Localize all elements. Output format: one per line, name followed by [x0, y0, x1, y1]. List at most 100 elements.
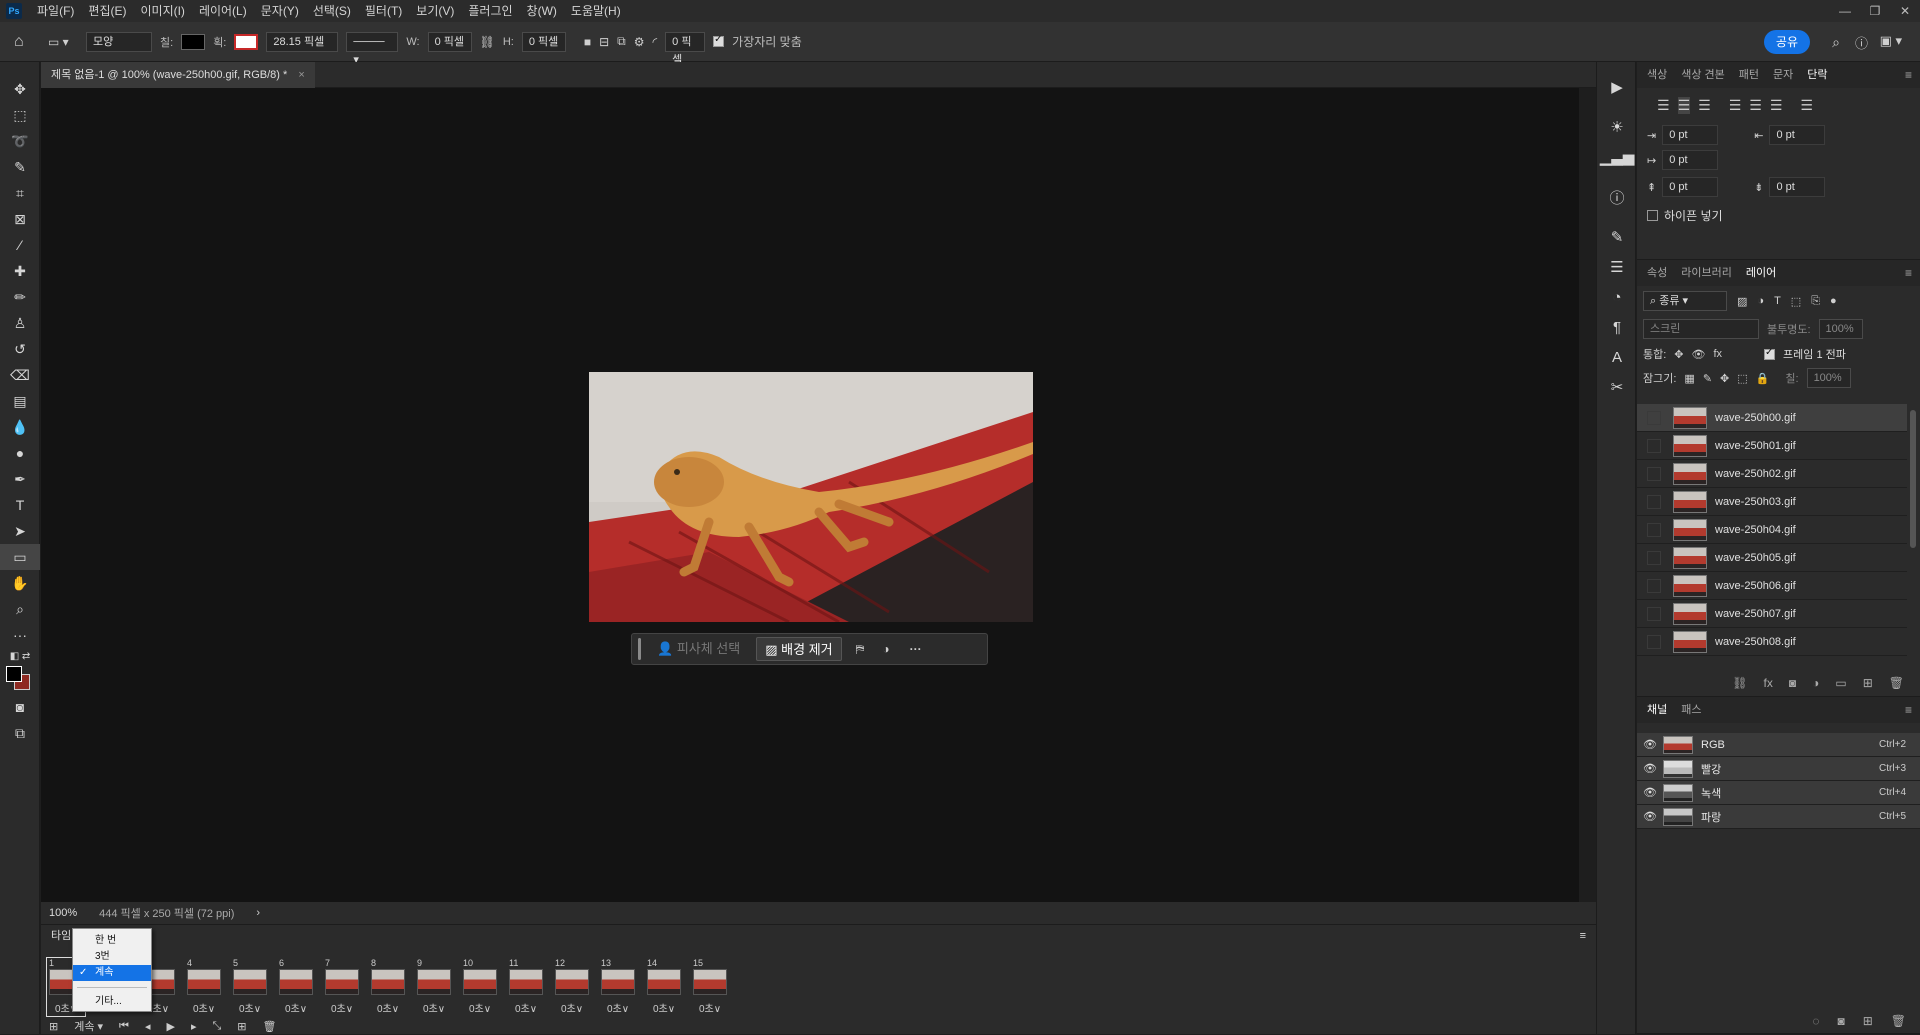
unify-position-icon[interactable]: ✥ — [1674, 348, 1683, 361]
layer-row[interactable]: wave-250h06.gif — [1637, 572, 1907, 600]
new-channel-icon[interactable]: ⊞ — [1863, 1014, 1873, 1028]
zoom-tool-icon[interactable]: ⌕ — [0, 596, 40, 622]
frame-delay-dropdown[interactable]: 0초∨ — [691, 1000, 729, 1015]
layer-visibility-toggle[interactable] — [1647, 634, 1661, 649]
rectangle-tool-icon[interactable]: ▭ — [0, 544, 40, 570]
zoom-level[interactable]: 100% — [49, 907, 77, 919]
fill-field[interactable]: 100% — [1806, 368, 1851, 388]
delete-layer-icon[interactable]: 🗑 — [1889, 676, 1904, 690]
home-icon[interactable]: ⌂ — [14, 33, 40, 51]
tab-character[interactable]: 문자 — [1773, 62, 1793, 88]
channel-row[interactable]: 👁 녹색 Ctrl+4 — [1637, 781, 1920, 805]
transform-icon[interactable]: ⛿ — [856, 642, 865, 657]
eraser-tool-icon[interactable]: ⌫ — [0, 362, 40, 388]
frame-delay-dropdown[interactable]: 0초∨ — [277, 1000, 315, 1015]
menu-plugins[interactable]: 플러그인 — [461, 0, 519, 22]
menu-edit[interactable]: 편집(E) — [81, 0, 133, 22]
width-field[interactable]: 0 픽셀 — [427, 31, 472, 52]
timeline-frame[interactable]: 7 0초∨ — [323, 958, 361, 1016]
healing-brush-icon[interactable]: ✚ — [0, 258, 40, 284]
timeline-frame[interactable]: 5 0초∨ — [231, 958, 269, 1016]
loop-3-times-option[interactable]: 3번 — [73, 949, 151, 965]
unify-visibility-icon[interactable]: 👁 — [1692, 348, 1706, 361]
filter-type-icon[interactable]: T — [1774, 295, 1781, 307]
duplicate-frame-icon[interactable]: ⊞ — [237, 1020, 246, 1033]
eye-icon[interactable]: 👁 — [1643, 810, 1659, 823]
indent-first-line-field[interactable]: 0 pt — [1662, 150, 1719, 170]
load-selection-icon[interactable]: ◌ — [1812, 1014, 1819, 1028]
indent-right-field[interactable]: 0 pt — [1769, 125, 1826, 145]
delete-channel-icon[interactable]: 🗑 — [1891, 1014, 1906, 1028]
move-tool-icon[interactable]: ✥ — [0, 76, 40, 102]
default-colors-icon[interactable]: ◧ ⇄ — [0, 648, 40, 664]
timeline-frame[interactable]: 15 0초∨ — [691, 958, 729, 1016]
tab-layers[interactable]: 레이어 — [1746, 260, 1776, 286]
lock-paint-icon[interactable]: ✎ — [1703, 372, 1712, 385]
menu-window[interactable]: 창(W) — [520, 0, 564, 22]
character-icon[interactable]: A — [1597, 342, 1637, 372]
close-window-button[interactable]: ✕ — [1890, 0, 1920, 22]
menu-view[interactable]: 보기(V) — [409, 0, 461, 22]
frame-delay-dropdown[interactable]: 0초∨ — [185, 1000, 223, 1015]
timeline-frame[interactable]: 4 0초∨ — [185, 958, 223, 1016]
space-before-field[interactable]: 0 pt — [1662, 177, 1719, 197]
layer-row[interactable]: wave-250h02.gif — [1637, 460, 1907, 488]
layer-mask-icon[interactable]: ◙ — [1789, 676, 1796, 690]
path-arrangement-icon[interactable]: ⧉ — [617, 34, 626, 49]
loop-forever-option[interactable]: ✓ 계속 — [73, 965, 151, 981]
filter-pixel-icon[interactable]: ▨ — [1737, 295, 1747, 308]
frame-tool-icon[interactable]: ⊠ — [0, 206, 40, 232]
channels-panel-menu-icon[interactable]: ≡ — [1905, 703, 1912, 717]
fill-swatch[interactable] — [181, 33, 206, 50]
frame-delay-dropdown[interactable]: 0초∨ — [461, 1000, 499, 1015]
new-group-icon[interactable]: ▭ — [1835, 676, 1846, 690]
stroke-type-dropdown[interactable]: ──── ▾ — [346, 31, 399, 66]
tab-channels[interactable]: 채널 — [1647, 697, 1667, 723]
corner-radius-field[interactable]: 0 픽셀 — [665, 31, 706, 66]
eye-icon[interactable]: 👁 — [1643, 786, 1659, 799]
loop-dropdown[interactable]: 계속 ▾ — [74, 1018, 103, 1034]
quick-mask-icon[interactable]: ◙ — [0, 694, 40, 720]
timeline-frame[interactable]: 8 0초∨ — [369, 958, 407, 1016]
align-edges-checkbox[interactable] — [713, 34, 725, 47]
tab-libraries[interactable]: 라이브러리 — [1681, 260, 1732, 286]
menu-file[interactable]: 파일(F) — [30, 0, 81, 22]
channel-row[interactable]: 👁 RGB Ctrl+2 — [1637, 733, 1920, 757]
screen-mode-icon[interactable]: ⧉ — [0, 720, 40, 746]
layer-visibility-toggle[interactable] — [1647, 410, 1661, 425]
brush-settings-icon[interactable]: ✎ — [1597, 222, 1637, 252]
align-right-icon[interactable]: ☰ — [1698, 97, 1711, 114]
lock-artboard-icon[interactable]: ⬚ — [1737, 372, 1747, 385]
timeline-frame[interactable]: 11 0초∨ — [507, 958, 545, 1016]
frame-delay-dropdown[interactable]: 0초∨ — [553, 1000, 591, 1015]
path-operations-icon[interactable]: ■ — [584, 35, 591, 49]
filter-adjustment-icon[interactable]: ◑ — [1757, 295, 1764, 307]
filter-shape-icon[interactable]: ⬚ — [1791, 295, 1801, 308]
frame-delay-dropdown[interactable]: 0초∨ — [323, 1000, 361, 1015]
layer-visibility-toggle[interactable] — [1647, 438, 1661, 453]
help-icon[interactable]: ⓘ — [1855, 33, 1868, 52]
delete-frame-icon[interactable]: 🗑 — [263, 1020, 277, 1033]
quick-select-tool-icon[interactable]: ✎ — [0, 154, 40, 180]
lock-all-icon[interactable]: 🔒 — [1756, 372, 1770, 385]
workspace-icon[interactable]: ▣ ▾ — [1880, 33, 1902, 49]
justify-left-icon[interactable]: ☰ — [1729, 97, 1742, 114]
menu-layer[interactable]: 레이어(L) — [192, 0, 254, 22]
filter-smart-object-icon[interactable]: ⎘ — [1811, 295, 1820, 308]
adjustment-icon[interactable]: ◑ — [882, 642, 889, 656]
timeline-frame[interactable]: 12 0초∨ — [553, 958, 591, 1016]
space-after-field[interactable]: 0 pt — [1769, 177, 1826, 197]
history-brush-icon[interactable]: ↺ — [0, 336, 40, 362]
mode-dropdown[interactable]: 모양 — [86, 31, 152, 52]
properties-sliders-icon[interactable]: ☰ — [1597, 252, 1637, 282]
adjustment-layer-icon[interactable]: ◑ — [1812, 676, 1819, 690]
opacity-field[interactable]: 100% — [1818, 319, 1863, 339]
menu-filter[interactable]: 필터(T) — [358, 0, 409, 22]
save-selection-icon[interactable]: ◙ — [1837, 1014, 1844, 1028]
remove-background-button[interactable]: ▨ 배경 제거 — [756, 637, 842, 661]
stamp-tool-icon[interactable]: ♙ — [0, 310, 40, 336]
paragraph-icon[interactable]: ¶ — [1597, 312, 1637, 342]
drag-handle[interactable] — [638, 638, 641, 660]
layer-row[interactable]: wave-250h00.gif — [1637, 404, 1907, 432]
tab-properties[interactable]: 속성 — [1647, 260, 1667, 286]
